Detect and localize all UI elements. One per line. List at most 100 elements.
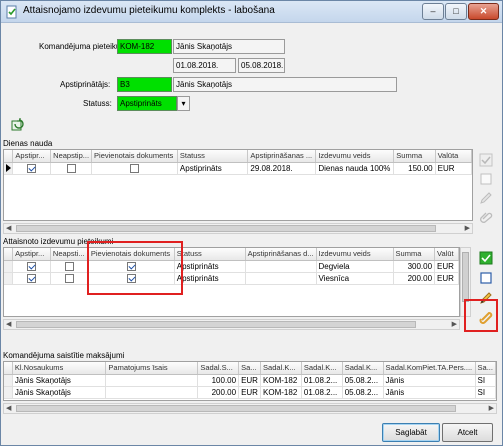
status-cell[interactable]: Apstiprināts xyxy=(174,272,246,285)
checkbox-unchecked[interactable] xyxy=(64,261,74,271)
date-from-cell[interactable]: 01.08.2... xyxy=(301,386,343,399)
save-button[interactable]: Saglabāt xyxy=(382,423,440,442)
column-header[interactable]: Sadal.K... xyxy=(342,362,384,375)
column-header[interactable]: Sadal.K... xyxy=(260,362,302,375)
title-bar[interactable]: Attaisnojamo izdevumu pieteikumu komplek… xyxy=(1,1,502,23)
not-approved-checkbox-cell[interactable] xyxy=(50,162,93,175)
approved-checkbox-cell[interactable] xyxy=(12,260,51,273)
amount-cell[interactable]: 200.00 xyxy=(197,386,240,399)
column-header[interactable]: Pievienotais dokuments xyxy=(91,150,178,163)
date-from-cell[interactable]: 01.08.2... xyxy=(301,374,343,387)
izdevumi-hscrollbar[interactable]: ◀ ▶ xyxy=(3,319,460,330)
chevron-down-icon[interactable]: ▾ xyxy=(177,96,190,111)
table-row[interactable]: Apstiprināts Degviela 300.00 EUR xyxy=(4,260,459,273)
date-cell[interactable] xyxy=(245,260,317,273)
not-approved-checkbox-cell[interactable] xyxy=(50,272,89,285)
attached-doc-checkbox-cell[interactable] xyxy=(88,260,175,273)
extra-cell[interactable]: SI xyxy=(475,374,496,387)
not-approved-checkbox-cell[interactable] xyxy=(50,260,89,273)
name-cell[interactable]: Jānis Skaņotājs xyxy=(12,386,107,399)
checkbox-unchecked[interactable] xyxy=(129,163,139,173)
table-row[interactable]: Jānis Skaņotājs 100.00 EUR KOM-182 01.08… xyxy=(4,374,496,387)
table-row[interactable]: Jānis Skaņotājs 200.00 EUR KOM-182 01.08… xyxy=(4,386,496,399)
approved-checkbox-cell[interactable] xyxy=(12,272,51,285)
column-header[interactable]: Apstiprināšanas d... xyxy=(245,248,317,261)
column-header[interactable]: Neapstip... xyxy=(50,150,93,163)
reason-cell[interactable] xyxy=(105,386,199,399)
column-header[interactable]: Apstipr... xyxy=(12,248,51,261)
date-cell[interactable] xyxy=(245,272,317,285)
scroll-thumb[interactable] xyxy=(462,252,469,302)
currency-cell[interactable]: EUR xyxy=(434,272,459,285)
extra-cell[interactable]: SI xyxy=(475,386,496,399)
refresh-icon[interactable] xyxy=(11,118,25,132)
column-header[interactable]: Statuss xyxy=(177,150,249,163)
date-to-cell[interactable]: 05.08.2... xyxy=(342,386,384,399)
status-cell[interactable]: Apstiprināts xyxy=(177,162,249,175)
scroll-right-icon[interactable]: ▶ xyxy=(452,320,457,328)
date-to-cell[interactable]: 05.08.2... xyxy=(342,374,384,387)
approved-checkbox-cell[interactable] xyxy=(12,162,52,175)
amount-cell[interactable]: 100.00 xyxy=(197,374,240,387)
column-header[interactable]: Sadal.S... xyxy=(197,362,240,375)
green-check-icon[interactable] xyxy=(479,251,493,265)
scroll-left-icon[interactable]: ◀ xyxy=(6,224,11,232)
column-header[interactable]: Valūta xyxy=(435,150,472,163)
pencil-icon[interactable] xyxy=(479,291,493,305)
minimize-button[interactable]: – xyxy=(422,3,444,20)
izdevumi-vscrollbar[interactable] xyxy=(460,247,471,317)
checkbox-checked[interactable] xyxy=(27,261,37,271)
scroll-left-icon[interactable]: ◀ xyxy=(6,320,11,328)
kom-cell[interactable]: KOM-182 xyxy=(260,386,302,399)
column-header[interactable]: Kl.Nosaukums xyxy=(12,362,107,375)
paperclip-icon[interactable] xyxy=(479,310,493,324)
currency-cell[interactable]: EUR xyxy=(238,386,262,399)
column-header[interactable]: Sa... xyxy=(238,362,262,375)
amount-cell[interactable]: 150.00 xyxy=(393,162,436,175)
checkbox-unchecked[interactable] xyxy=(64,273,74,283)
scroll-right-icon[interactable]: ▶ xyxy=(489,404,494,412)
expense-type-cell[interactable]: Viesnīca xyxy=(316,272,394,285)
statuss-select[interactable]: Apstiprināts xyxy=(117,96,177,111)
scroll-thumb[interactable] xyxy=(16,405,456,412)
column-header[interactable]: Statuss xyxy=(174,248,246,261)
checkbox-checked[interactable] xyxy=(27,163,37,173)
reason-cell[interactable] xyxy=(105,374,199,387)
checkbox-unchecked[interactable] xyxy=(66,163,76,173)
amount-cell[interactable]: 300.00 xyxy=(393,260,436,273)
empty-checkbox-icon[interactable] xyxy=(479,271,493,285)
komandejuma-code-field[interactable]: KOM-182 xyxy=(117,39,172,54)
date-cell[interactable]: 29.08.2018. xyxy=(247,162,317,175)
dienas-nauda-hscrollbar[interactable]: ◀ ▶ xyxy=(3,223,473,234)
currency-cell[interactable]: EUR xyxy=(435,162,472,175)
kom-cell[interactable]: KOM-182 xyxy=(260,374,302,387)
column-header[interactable]: Apstipr... xyxy=(12,150,52,163)
empty-checkbox-icon[interactable] xyxy=(479,172,493,186)
paperclip-icon[interactable] xyxy=(479,210,493,224)
person-cell[interactable]: Jānis xyxy=(383,386,476,399)
column-header[interactable]: Summa xyxy=(393,150,436,163)
column-header[interactable]: Izdevumu veids xyxy=(315,150,395,163)
close-button[interactable]: ✕ xyxy=(468,3,499,20)
maximize-button[interactable]: □ xyxy=(445,3,467,20)
column-header[interactable]: Pamatojums īsais xyxy=(105,362,199,375)
column-header[interactable]: Sa... xyxy=(475,362,496,375)
scroll-thumb[interactable] xyxy=(16,225,436,232)
pencil-icon[interactable] xyxy=(479,191,493,205)
column-header[interactable]: Izdevumu veids xyxy=(316,248,394,261)
table-row[interactable]: Apstiprināts 29.08.2018. Dienas nauda 10… xyxy=(4,162,472,175)
checkbox-checked[interactable] xyxy=(27,273,37,283)
attached-doc-checkbox-cell[interactable] xyxy=(88,272,175,285)
scroll-right-icon[interactable]: ▶ xyxy=(465,224,470,232)
table-row[interactable]: Apstiprināts Viesnīca 200.00 EUR xyxy=(4,272,459,285)
column-header[interactable]: Summa xyxy=(393,248,436,261)
column-header[interactable]: Sadal.K... xyxy=(301,362,343,375)
scroll-left-icon[interactable]: ◀ xyxy=(6,404,11,412)
column-header[interactable]: Apstiprināšanas ... xyxy=(247,150,317,163)
attached-doc-checkbox-cell[interactable] xyxy=(91,162,178,175)
expense-type-cell[interactable]: Degviela xyxy=(316,260,394,273)
name-cell[interactable]: Jānis Skaņotājs xyxy=(12,374,107,387)
currency-cell[interactable]: EUR xyxy=(238,374,262,387)
checkbox-checked[interactable] xyxy=(126,273,136,283)
scroll-thumb[interactable] xyxy=(16,321,416,328)
